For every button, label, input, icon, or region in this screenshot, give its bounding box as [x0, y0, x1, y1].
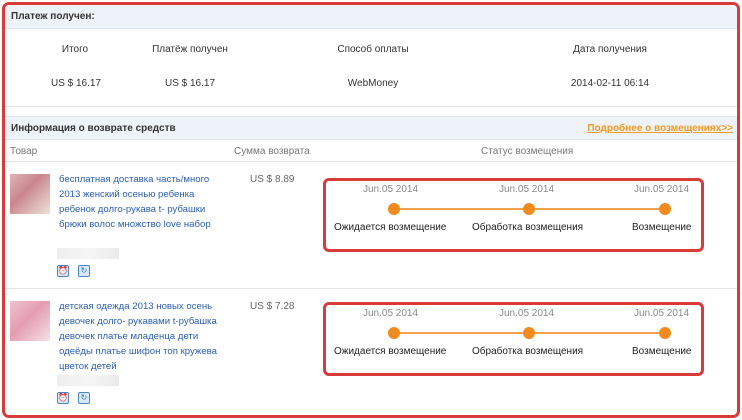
step-date: Jun.05 2014	[499, 308, 555, 319]
step-date: Jun.05 2014	[634, 308, 690, 319]
blurred-seller-info	[57, 248, 119, 259]
refund-amount: US $ 7.28	[250, 301, 295, 312]
total-value: US $ 16.17	[50, 78, 102, 89]
refund-amount-column-header: Сумма возврата	[234, 146, 310, 157]
refund-status-column-header: Статус возмещения	[481, 146, 574, 157]
product-thumbnail[interactable]	[10, 301, 50, 341]
received-date-value: 2014-02-11 06:14	[570, 78, 650, 89]
step-dot	[523, 327, 535, 339]
refund-item-row: бесплатная доставка часть/много 2013 жен…	[5, 162, 737, 289]
payment-method-value: WebMoney	[347, 78, 399, 89]
step-dot	[659, 203, 671, 215]
refund-section-header: Информация о возврате средств Подробнее …	[5, 116, 737, 140]
refund-details-panel: Платеж получен: Итого Платёж получен Спо…	[2, 2, 740, 418]
blurred-seller-info	[57, 375, 119, 386]
refund-status-timeline: Jun.05 2014 Jun.05 2014 Jun.05 2014 Ожид…	[323, 302, 704, 376]
step-label-processing: Обработка возмещения	[472, 346, 584, 357]
step-dot	[523, 203, 535, 215]
step-label-awaiting: Ожидается возмещение	[334, 222, 447, 233]
product-title-link[interactable]: бесплатная доставка часть/много 2013 жен…	[59, 172, 231, 232]
step-dot	[659, 327, 671, 339]
step-label-awaiting: Ожидается возмещение	[334, 346, 447, 357]
product-title-link[interactable]: детская одежда 2013 новых осень девочек …	[59, 299, 231, 374]
step-date: Jun.05 2014	[499, 184, 555, 195]
refresh-icon[interactable]: ↻	[78, 265, 90, 277]
refresh-icon[interactable]: ↻	[78, 392, 90, 404]
step-dot	[388, 327, 400, 339]
alarm-clock-icon[interactable]: ⏰	[57, 392, 69, 404]
step-date: Jun.05 2014	[363, 184, 419, 195]
refund-item-row: детская одежда 2013 новых осень девочек …	[5, 289, 737, 415]
total-header: Итого	[61, 44, 89, 55]
payment-section-header: Платеж получен:	[5, 5, 737, 29]
step-label-refunded: Возмещение	[632, 346, 692, 357]
step-dot	[388, 203, 400, 215]
payment-method-header: Способ оплаты	[337, 44, 409, 55]
refund-details-link[interactable]: Подробнее о возмещениях>>	[587, 123, 733, 134]
product-thumbnail[interactable]	[10, 174, 50, 214]
refund-column-headers: Товар Сумма возврата Статус возмещения	[5, 140, 737, 162]
step-date: Jun.05 2014	[634, 184, 690, 195]
step-label-refunded: Возмещение	[632, 222, 692, 233]
refund-status-timeline: Jun.05 2014 Jun.05 2014 Jun.05 2014 Ожид…	[323, 178, 704, 252]
refund-amount: US $ 8.89	[250, 174, 295, 185]
step-date: Jun.05 2014	[363, 308, 419, 319]
received-date-header: Дата получения	[573, 44, 647, 55]
payment-section-title: Платеж получен:	[11, 11, 95, 22]
step-label-processing: Обработка возмещения	[472, 222, 584, 233]
payment-received-value: US $ 16.17	[164, 78, 216, 89]
refund-section-title: Информация о возврате средств	[11, 122, 176, 134]
alarm-clock-icon[interactable]: ⏰	[57, 265, 69, 277]
product-column-header: Товар	[10, 146, 38, 157]
payment-received-header: Платёж получен	[152, 44, 228, 55]
payment-summary-table: Итого Платёж получен Способ оплаты Дата …	[5, 29, 737, 107]
